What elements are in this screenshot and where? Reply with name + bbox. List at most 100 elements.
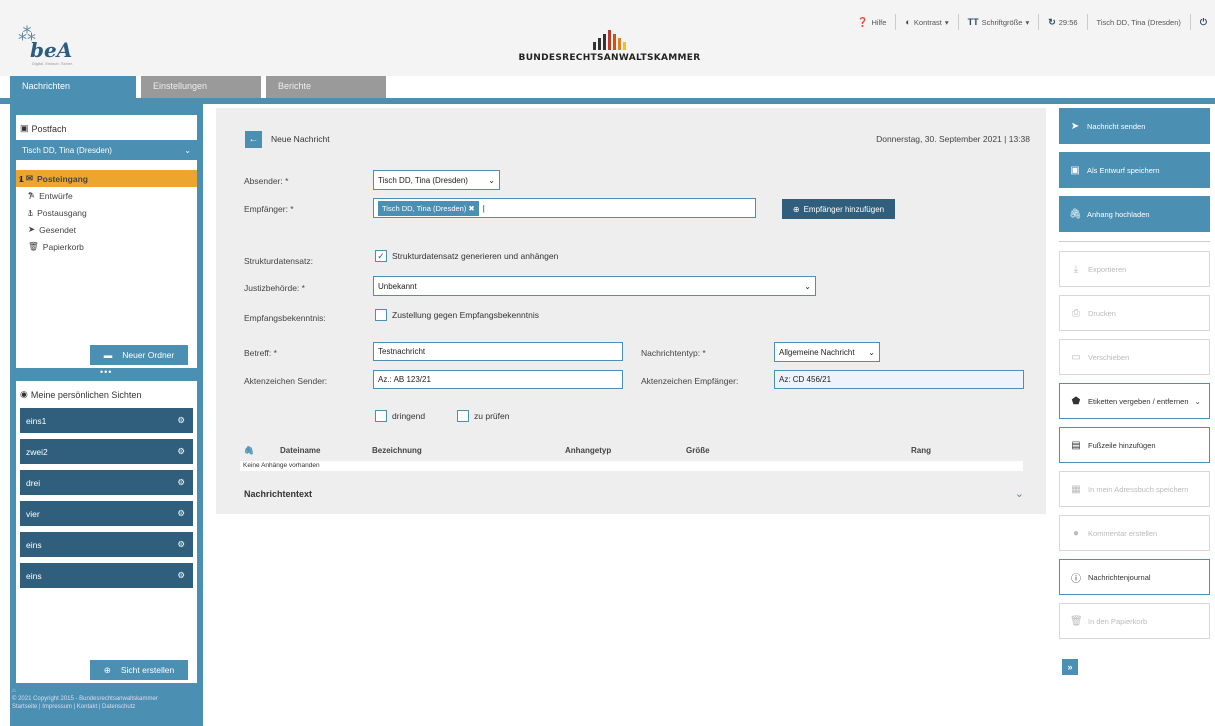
print-button[interactable]: ⎙ Drucken [1059,295,1210,331]
view-item[interactable]: drei ⚙ [20,470,193,495]
folder-posteingang[interactable]: › ✉ Posteingang 1 [16,170,197,187]
folder-gesendet[interactable]: ➤ Gesendet [16,221,197,238]
view-item[interactable]: eins1 ⚙ [20,408,193,433]
urgent-label: dringend [392,411,426,421]
font-size-menu[interactable]: TT Schriftgröße ▾ [959,14,1040,30]
trash-button[interactable]: 🗑 In den Papierkorb [1059,603,1210,639]
ref-sender-input[interactable]: Az.: AB 123/21 [373,370,623,389]
folder-papierkorb[interactable]: 🗑 Papierkorb [16,238,197,255]
col-rank[interactable]: Rang [911,446,931,455]
download-icon: ⤓ [1073,263,1079,275]
session-timer[interactable]: ↻ 29:56 [1039,14,1088,30]
ref-recipient-input[interactable]: Az: CD 456/21 [774,370,1024,389]
create-view-label: Sicht erstellen [120,665,175,675]
gear-icon[interactable]: ⚙ [177,508,185,519]
col-filename[interactable]: Dateiname [280,446,320,455]
chevron-down-icon[interactable]: ⌄ [1015,487,1024,500]
col-size[interactable]: Größe [686,446,710,455]
folder-entwuerfe[interactable]: ✎ Entwürfe 7 [16,187,197,204]
collapse-panel-button[interactable]: » [1062,659,1078,675]
contrast-label: Kontrast [913,17,942,27]
journal-button[interactable]: ⓘ Nachrichtenjournal [1059,559,1210,595]
brand-title: BUNDESRECHTSANWALTSKAMMER [518,53,701,63]
tab-nachrichten[interactable]: Nachrichten [10,76,136,98]
msgtype-select[interactable]: Allgemeine Nachricht ⌄ [774,342,880,362]
user-name: Tisch DD, Tina (Dresden) [1088,14,1191,30]
add-recipient-button[interactable]: ⊕ Empfänger hinzufügen [782,199,895,219]
check-label: zu prüfen [474,411,510,421]
font-size-icon: TT [967,17,979,27]
page-title: Neue Nachricht [271,134,330,144]
receipt-checkbox[interactable]: Zustellung gegen Empfangsbekenntnis [375,309,539,321]
receipt-checkbox-label: Zustellung gegen Empfangsbekenntnis [392,310,539,320]
move-label: Verschieben [1088,352,1130,362]
back-button[interactable]: ← [245,131,262,148]
new-folder-label: Neuer Ordner [122,350,175,360]
add-footer-button[interactable]: ▤ Fußzeile hinzufügen [1059,427,1210,463]
inbox-icon: ✉ [25,173,33,183]
logout-button[interactable]: ⏻ [1191,14,1207,30]
print-label: Drucken [1088,308,1116,318]
subject-input[interactable]: Testnachricht [373,342,623,361]
move-button[interactable]: ▭ Verschieben [1059,339,1210,375]
tab-einstellungen[interactable]: Einstellungen [141,76,261,98]
footer-links[interactable]: Startseite | Impressum | Kontakt | Daten… [12,703,202,711]
mailbox-select[interactable]: Tisch DD, Tina (Dresden) ⌄ [16,140,197,160]
save-draft-button[interactable]: ▣ Als Entwurf speichern [1059,152,1210,188]
folder-label: Entwürfe [39,190,73,201]
export-label: Exportieren [1088,264,1127,274]
checkbox-empty-icon [375,410,387,422]
sender-select[interactable]: Tisch DD, Tina (Dresden) ⌄ [373,170,500,190]
trash-icon: 🗑 [28,241,39,251]
labels-button[interactable]: ⬟ Etiketten vergeben / entfernen ⌄ [1059,383,1210,419]
create-view-button[interactable]: ⊕ Sicht erstellen [90,660,188,680]
contrast-menu[interactable]: ◐ Kontrast ▾ [896,14,959,30]
view-item[interactable]: zwei2 ⚙ [20,439,193,464]
view-item[interactable]: vier ⚙ [20,501,193,526]
new-folder-button[interactable]: ▬ Neuer Ordner [90,345,188,365]
gear-icon[interactable]: ⚙ [177,539,185,550]
gear-icon[interactable]: ⚙ [177,570,185,581]
app-header: ⁂ beA Digital. Einfach. Sicher. BUNDESRE… [0,0,1215,76]
ref-sender-value: Az.: AB 123/21 [378,375,431,384]
view-label: eins [26,570,42,581]
upload-attachment-button[interactable]: 🖇 Anhang hochladen [1059,196,1210,232]
addressbook-button[interactable]: ▦ In mein Adressbuch speichern [1059,471,1210,507]
contrast-icon: ◐ [905,17,911,27]
col-type[interactable]: Anhangetyp [565,446,611,455]
chevron-down-icon: ⌄ [868,347,875,357]
message-text-section[interactable]: Nachrichtentext [244,489,312,499]
comment-button[interactable]: ● Kommentar erstellen [1059,515,1210,551]
view-item[interactable]: eins ⚙ [20,563,193,588]
justice-select[interactable]: Unbekannt ⌄ [373,276,816,296]
bea-logo[interactable]: ⁂ beA Digital. Einfach. Sicher. [18,24,98,66]
remove-icon[interactable]: ✖ [468,204,474,213]
struct-checkbox[interactable]: ✓ Strukturdatensatz generieren und anhäng… [375,250,558,262]
receipt-label: Empfangsbekenntnis: [244,313,326,323]
print-icon: ⎙ [1072,307,1080,319]
justice-label: Justizbehörde: * [244,283,305,293]
save-draft-label: Als Entwurf speichern [1087,165,1160,175]
check-checkbox[interactable]: zu prüfen [457,410,509,422]
urgent-checkbox[interactable]: dringend [375,410,425,422]
send-message-button[interactable]: ➤ Nachricht senden [1059,108,1210,144]
tab-berichte[interactable]: Berichte [266,76,386,98]
chevron-down-icon: ⌄ [804,281,811,291]
views-list: eins1 ⚙ zwei2 ⚙ drei ⚙ vier ⚙ eins ⚙ eins ⚙ [16,408,197,588]
outbox-icon: ⌂ [28,207,34,218]
col-desc[interactable]: Bezeichnung [372,446,422,455]
export-button[interactable]: ⤓ Exportieren [1059,251,1210,287]
gear-icon[interactable]: ⚙ [177,477,185,488]
recipient-input[interactable]: Tisch DD, Tina (Dresden) ✖ | [373,198,756,218]
views-title: ◉ Meine persönlichen Sichten [16,381,197,406]
edit-icon: ✎ [28,190,36,200]
gear-icon[interactable]: ⚙ [177,415,185,426]
help-link[interactable]: ❓ Hilfe [848,14,897,30]
folder-postausgang[interactable]: ⌂ Postausgang 1 [16,204,197,221]
gear-icon[interactable]: ⚙ [177,446,185,457]
resize-handle[interactable]: ••• [100,368,112,377]
struct-label: Strukturdatensatz: [244,256,313,266]
no-attachments-row: Keine Anhänge vorhanden [240,461,1023,471]
paperclip-icon: 🖇 [1069,208,1082,220]
view-item[interactable]: eins ⚙ [20,532,193,557]
